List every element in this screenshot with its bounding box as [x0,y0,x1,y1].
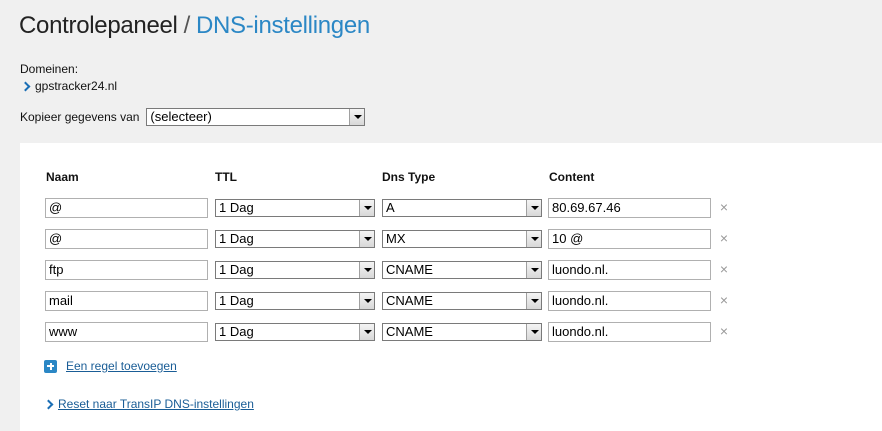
record-type-value: MX [386,231,406,246]
record-type-select[interactable]: CNAME [382,323,542,341]
dns-record-row: @ 1 Dag A 80.69.67.46 × [20,198,882,218]
record-name-input[interactable]: @ [45,198,208,218]
dropdown-arrow-icon[interactable] [359,200,374,216]
dropdown-arrow-icon[interactable] [359,293,374,309]
record-ttl-select[interactable]: 1 Dag [215,292,375,310]
reset-action: Reset naar TransIP DNS-instellingen [43,397,254,411]
record-ttl-value: 1 Dag [219,262,254,277]
record-ttl-select[interactable]: 1 Dag [215,199,375,217]
record-name-input[interactable]: www [45,322,208,342]
column-header-content: Content [549,170,595,184]
dropdown-arrow-icon[interactable] [526,200,541,216]
record-type-select[interactable]: A [382,199,542,217]
column-header-ttl: TTL [215,170,237,184]
dropdown-arrow-icon[interactable] [526,262,541,278]
record-ttl-select[interactable]: 1 Dag [215,323,375,341]
record-type-select[interactable]: CNAME [382,292,542,310]
dropdown-arrow-icon[interactable] [349,109,365,125]
dropdown-arrow-icon[interactable] [359,231,374,247]
record-ttl-value: 1 Dag [219,324,254,339]
chevron-right-icon [43,399,54,409]
copy-settings-row: Kopieer gegevens van (selecteer) [20,108,366,126]
domain-name: gpstracker24.nl [35,79,118,93]
chevron-right-icon [20,81,31,91]
record-type-value: A [386,200,395,215]
remove-record-icon[interactable]: × [718,199,730,216]
record-type-value: CNAME [386,324,433,339]
dropdown-arrow-icon[interactable] [526,293,541,309]
record-content-input[interactable]: luondo.nl. [548,322,711,342]
dns-record-row: mail 1 Dag CNAME luondo.nl. × [20,291,882,311]
record-type-select[interactable]: CNAME [382,261,542,279]
breadcrumb-root[interactable]: Controlepaneel [19,12,178,39]
domains-label: Domeinen: [20,62,79,76]
copy-source-value: (selecteer) [150,109,212,124]
add-rule-action: Een regel toevoegen [44,359,177,373]
record-name-input[interactable]: ftp [45,260,208,280]
record-name-input[interactable]: mail [45,291,208,311]
record-type-value: CNAME [386,262,433,277]
record-type-select[interactable]: MX [382,230,542,248]
add-rule-link[interactable]: Een regel toevoegen [66,359,177,373]
dropdown-arrow-icon[interactable] [359,262,374,278]
record-content-input[interactable]: luondo.nl. [548,260,711,280]
record-ttl-value: 1 Dag [219,200,254,215]
dns-record-row: @ 1 Dag MX 10 @ × [20,229,882,249]
domain-item[interactable]: gpstracker24.nl [20,79,118,93]
dns-record-row: ftp 1 Dag CNAME luondo.nl. × [20,260,882,280]
dropdown-arrow-icon[interactable] [359,324,374,340]
record-content-input[interactable]: 10 @ [548,229,711,249]
column-header-name: Naam [46,170,79,184]
remove-record-icon[interactable]: × [718,230,730,247]
record-name-input[interactable]: @ [45,229,208,249]
record-ttl-select[interactable]: 1 Dag [215,261,375,279]
page-title: Controlepaneel / DNS-instellingen [19,12,370,40]
dropdown-arrow-icon[interactable] [526,324,541,340]
copy-settings-label: Kopieer gegevens van [20,110,140,124]
dropdown-arrow-icon[interactable] [526,231,541,247]
dns-record-row: www 1 Dag CNAME luondo.nl. × [20,322,882,342]
copy-source-select[interactable]: (selecteer) [146,108,366,126]
column-header-type: Dns Type [382,170,436,184]
record-ttl-value: 1 Dag [219,231,254,246]
record-content-input[interactable]: luondo.nl. [548,291,711,311]
breadcrumb-separator: / [183,12,191,39]
reset-dns-link[interactable]: Reset naar TransIP DNS-instellingen [58,397,254,411]
record-ttl-value: 1 Dag [219,293,254,308]
plus-icon[interactable] [44,359,57,373]
record-type-value: CNAME [386,293,433,308]
remove-record-icon[interactable]: × [718,261,730,278]
record-ttl-select[interactable]: 1 Dag [215,230,375,248]
record-content-input[interactable]: 80.69.67.46 [548,198,711,218]
breadcrumb-current: DNS-instellingen [195,12,370,39]
remove-record-icon[interactable]: × [718,323,730,340]
dns-records-panel: Naam TTL Dns Type Content @ 1 Dag A 80.6… [20,143,882,431]
remove-record-icon[interactable]: × [718,292,730,309]
